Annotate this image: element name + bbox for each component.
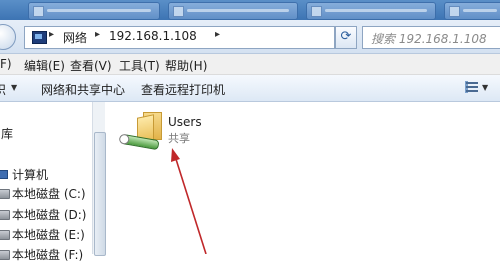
arrow-line — [174, 155, 207, 254]
annotation-arrow — [171, 148, 207, 254]
arrow-head — [171, 148, 180, 162]
